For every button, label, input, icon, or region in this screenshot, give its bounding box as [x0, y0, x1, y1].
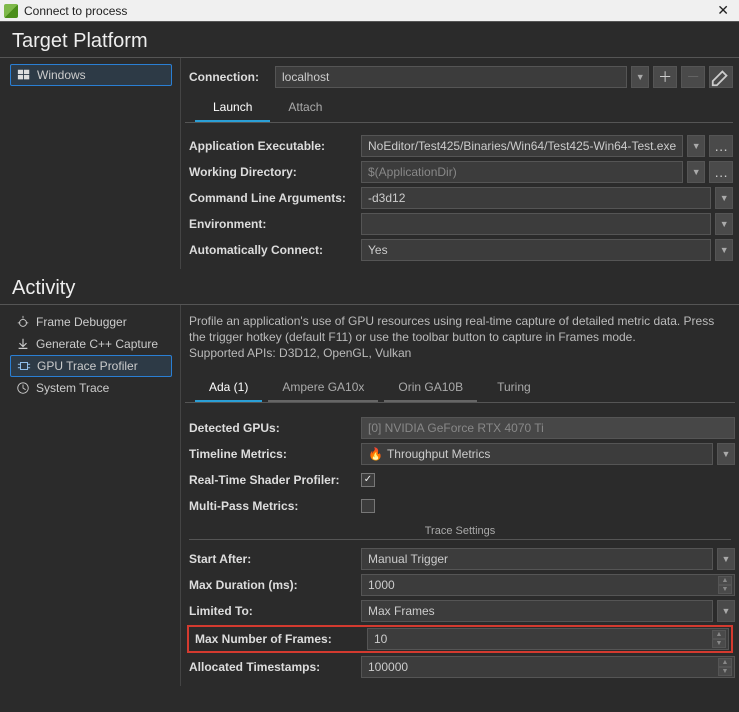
add-connection-button[interactable]: ＋ — [653, 66, 677, 88]
spin-down-icon[interactable]: ▼ — [718, 585, 732, 594]
close-icon[interactable]: ✕ — [711, 2, 735, 19]
edit-connection-button[interactable] — [709, 66, 733, 88]
limited-to-value: Max Frames — [368, 604, 435, 618]
fire-icon: 🔥 — [368, 447, 383, 461]
gpu-arch-tabs: Ada (1) Ampere GA10x Orin GA10B Turing — [185, 374, 735, 403]
connection-label: Connection: — [185, 70, 271, 84]
dropdown-arrow-icon[interactable]: ▼ — [631, 66, 649, 88]
activity-label: System Trace — [36, 381, 109, 395]
app-icon — [4, 4, 18, 18]
start-after-label: Start After: — [185, 552, 357, 566]
spin-down-icon[interactable]: ▼ — [712, 639, 726, 648]
activity-gpu-trace[interactable]: GPU Trace Profiler — [10, 355, 172, 377]
windows-icon — [17, 68, 31, 82]
timeline-metrics-label: Timeline Metrics: — [185, 447, 357, 461]
auto-connect-dropdown[interactable]: Yes — [361, 239, 711, 261]
start-after-value: Manual Trigger — [368, 552, 448, 566]
env-input[interactable] — [361, 213, 711, 235]
dropdown-arrow-icon[interactable]: ▼ — [687, 161, 705, 183]
activity-frame-debugger[interactable]: Frame Debugger — [10, 311, 172, 333]
detected-gpu-value: [0] NVIDIA GeForce RTX 4070 Ti — [361, 417, 735, 439]
wd-placeholder: $(ApplicationDir) — [368, 165, 457, 179]
gpu-tab-ampere[interactable]: Ampere GA10x — [268, 374, 378, 402]
app-exe-input[interactable]: NoEditor/Test425/Binaries/Win64/Test425-… — [361, 135, 683, 157]
gpu-tab-ada[interactable]: Ada (1) — [195, 374, 262, 402]
multipass-checkbox[interactable] — [361, 499, 375, 513]
section-activity: Activity — [0, 269, 739, 305]
dropdown-arrow-icon[interactable]: ▼ — [715, 213, 733, 235]
activity-system-trace[interactable]: System Trace — [10, 377, 172, 399]
clock-icon — [16, 381, 30, 395]
tab-attach[interactable]: Attach — [270, 94, 340, 122]
tab-launch[interactable]: Launch — [195, 94, 270, 122]
max-frames-highlight: Max Number of Frames: 10 ▲▼ — [187, 625, 733, 653]
max-frames-label: Max Number of Frames: — [191, 632, 363, 646]
args-value: -d3d12 — [368, 191, 405, 205]
dropdown-arrow-icon[interactable]: ▼ — [717, 600, 735, 622]
timeline-metrics-value: Throughput Metrics — [387, 447, 490, 461]
connection-tabs: Launch Attach — [185, 94, 733, 123]
section-target-platform: Target Platform — [0, 22, 739, 58]
trace-settings-header: Trace Settings — [189, 525, 731, 540]
max-duration-value: 1000 — [368, 578, 395, 592]
app-exe-label: Application Executable: — [185, 139, 357, 153]
activity-description: Profile an application's use of GPU reso… — [185, 311, 735, 368]
start-after-dropdown[interactable]: Manual Trigger — [361, 548, 713, 570]
alloc-ts-value: 100000 — [368, 660, 408, 674]
env-label: Environment: — [185, 217, 357, 231]
timeline-metrics-dropdown[interactable]: 🔥 Throughput Metrics — [361, 443, 713, 465]
wd-label: Working Directory: — [185, 165, 357, 179]
auto-connect-label: Automatically Connect: — [185, 243, 357, 257]
limited-to-dropdown[interactable]: Max Frames — [361, 600, 713, 622]
spin-up-icon[interactable]: ▲ — [718, 658, 732, 667]
dropdown-arrow-icon[interactable]: ▼ — [717, 548, 735, 570]
activity-label: Generate C++ Capture — [36, 337, 158, 351]
spin-up-icon[interactable]: ▲ — [718, 576, 732, 585]
connection-host-value: localhost — [282, 70, 329, 84]
remove-connection-button[interactable]: － — [681, 66, 705, 88]
activity-label: GPU Trace Profiler — [37, 359, 138, 373]
activity-label: Frame Debugger — [36, 315, 127, 329]
working-dir-input[interactable]: $(ApplicationDir) — [361, 161, 683, 183]
bug-icon — [16, 315, 30, 329]
desc-line2: Supported APIs: D3D12, OpenGL, Vulkan — [189, 346, 411, 360]
platform-list: Windows — [0, 58, 180, 269]
limited-to-label: Limited To: — [185, 604, 357, 618]
app-exe-value: NoEditor/Test425/Binaries/Win64/Test425-… — [368, 139, 676, 153]
dropdown-arrow-icon[interactable]: ▼ — [715, 187, 733, 209]
activity-generate-cpp[interactable]: Generate C++ Capture — [10, 333, 172, 355]
detected-gpu-label: Detected GPUs: — [185, 421, 357, 435]
gpu-tab-turing[interactable]: Turing — [483, 374, 545, 402]
spin-down-icon[interactable]: ▼ — [718, 667, 732, 676]
multipass-label: Multi-Pass Metrics: — [185, 499, 357, 513]
gpu-tab-orin[interactable]: Orin GA10B — [384, 374, 477, 402]
platform-label: Windows — [37, 68, 86, 82]
args-label: Command Line Arguments: — [185, 191, 357, 205]
max-duration-input[interactable]: 1000 ▲▼ — [361, 574, 735, 596]
max-frames-value: 10 — [374, 632, 387, 646]
activity-list: Frame Debugger Generate C++ Capture GPU … — [0, 305, 180, 686]
max-duration-label: Max Duration (ms): — [185, 578, 357, 592]
window-title: Connect to process — [24, 4, 711, 18]
connection-host-dropdown[interactable]: localhost — [275, 66, 627, 88]
rtsp-checkbox[interactable]: ✓ — [361, 473, 375, 487]
max-frames-input[interactable]: 10 ▲▼ — [367, 628, 729, 650]
platform-windows[interactable]: Windows — [10, 64, 172, 86]
alloc-ts-label: Allocated Timestamps: — [185, 660, 357, 674]
auto-connect-value: Yes — [368, 243, 388, 257]
dropdown-arrow-icon[interactable]: ▼ — [715, 239, 733, 261]
spin-up-icon[interactable]: ▲ — [712, 630, 726, 639]
dropdown-arrow-icon[interactable]: ▼ — [717, 443, 735, 465]
chip-icon — [17, 359, 31, 373]
desc-line1: Profile an application's use of GPU reso… — [189, 314, 714, 344]
dropdown-arrow-icon[interactable]: ▼ — [687, 135, 705, 157]
browse-wd-button[interactable]: … — [709, 161, 733, 183]
args-input[interactable]: -d3d12 — [361, 187, 711, 209]
rtsp-label: Real-Time Shader Profiler: — [185, 473, 357, 487]
download-icon — [16, 337, 30, 351]
window-titlebar: Connect to process ✕ — [0, 0, 739, 22]
browse-exe-button[interactable]: … — [709, 135, 733, 157]
alloc-ts-input[interactable]: 100000 ▲▼ — [361, 656, 735, 678]
